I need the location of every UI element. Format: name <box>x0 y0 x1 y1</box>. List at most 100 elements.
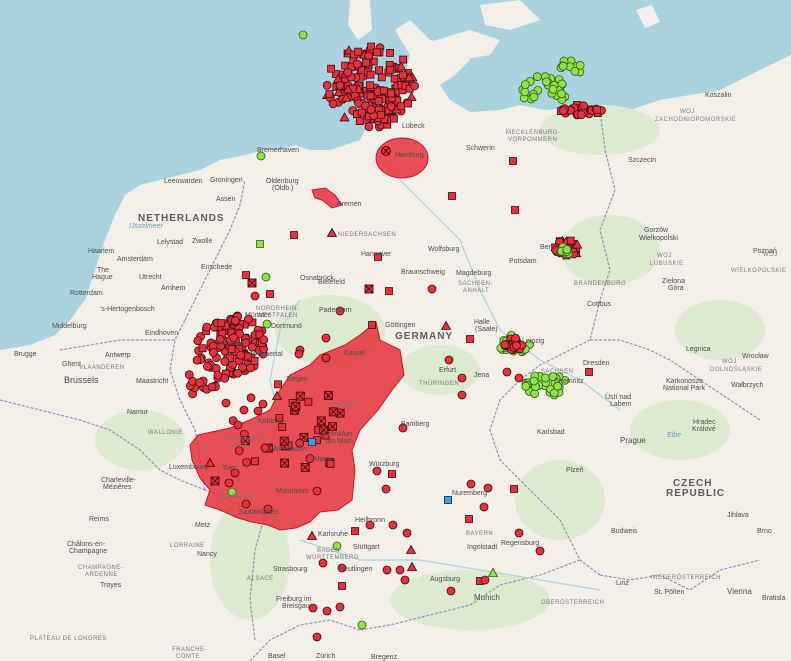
map-marker[interactable] <box>294 349 304 359</box>
map-marker[interactable] <box>514 373 524 383</box>
map-marker[interactable] <box>406 91 417 101</box>
map-marker[interactable] <box>207 382 217 392</box>
map-marker[interactable] <box>366 70 375 79</box>
map-marker[interactable] <box>221 398 231 408</box>
map-marker[interactable] <box>585 368 593 376</box>
map-marker[interactable] <box>335 81 345 90</box>
map-marker[interactable] <box>242 457 252 467</box>
map-marker[interactable] <box>325 90 334 99</box>
map-marker[interactable] <box>352 59 362 69</box>
map-marker[interactable] <box>368 321 376 329</box>
map-marker[interactable] <box>328 422 338 432</box>
map-marker[interactable] <box>576 110 586 120</box>
map-marker[interactable] <box>323 391 333 401</box>
map-marker[interactable] <box>457 373 467 383</box>
map-marker[interactable] <box>366 105 376 115</box>
map-marker[interactable] <box>465 515 473 523</box>
map-marker[interactable] <box>374 96 383 105</box>
map-marker[interactable] <box>529 92 539 102</box>
map-marker[interactable] <box>279 436 289 446</box>
map-marker[interactable] <box>233 420 243 430</box>
map-marker[interactable] <box>535 546 545 556</box>
map-marker[interactable] <box>259 335 269 345</box>
map-marker[interactable] <box>457 390 467 400</box>
map-marker[interactable] <box>520 80 530 90</box>
map-marker[interactable] <box>253 406 263 416</box>
map-marker[interactable] <box>541 373 550 383</box>
map-marker[interactable] <box>312 632 322 642</box>
map-marker[interactable] <box>250 291 260 301</box>
map-marker[interactable] <box>220 357 230 366</box>
map-marker[interactable] <box>326 227 338 237</box>
map-marker-blue[interactable] <box>444 496 452 504</box>
map-marker[interactable] <box>321 353 331 363</box>
map-marker[interactable] <box>262 319 272 329</box>
map-marker[interactable] <box>335 602 345 612</box>
map-marker[interactable] <box>256 240 264 248</box>
map-marker[interactable] <box>377 73 386 82</box>
map-marker[interactable] <box>188 376 197 386</box>
map-marker[interactable] <box>386 48 394 57</box>
map-marker[interactable] <box>246 363 256 373</box>
map-marker[interactable] <box>529 376 539 386</box>
map-marker[interactable] <box>444 355 454 365</box>
map-marker[interactable] <box>306 530 318 540</box>
map-marker[interactable] <box>511 206 519 214</box>
map-marker[interactable] <box>446 586 456 596</box>
map-marker[interactable] <box>192 355 202 365</box>
map-marker[interactable] <box>322 80 332 90</box>
map-marker[interactable] <box>410 81 419 91</box>
map-marker[interactable] <box>202 322 212 332</box>
map-viewport[interactable]: NETHERLANDS GERMANY CZECH REPUBLIC IJsse… <box>0 0 791 661</box>
map-marker[interactable] <box>354 47 362 56</box>
map-marker-hamburg[interactable] <box>381 146 391 156</box>
map-marker[interactable] <box>327 64 335 73</box>
map-marker[interactable] <box>532 72 542 82</box>
map-marker[interactable] <box>260 443 270 453</box>
map-marker[interactable] <box>399 71 407 80</box>
map-marker[interactable] <box>570 66 580 76</box>
map-marker[interactable] <box>295 391 305 401</box>
map-marker[interactable] <box>355 117 364 126</box>
map-marker[interactable] <box>558 61 568 71</box>
map-marker[interactable] <box>251 457 259 466</box>
map-marker[interactable] <box>404 99 412 108</box>
map-marker[interactable] <box>372 466 382 476</box>
map-marker[interactable] <box>427 284 437 294</box>
map-marker[interactable] <box>328 407 338 417</box>
map-marker[interactable] <box>382 565 392 575</box>
map-marker[interactable] <box>247 278 257 288</box>
map-marker[interactable] <box>364 284 374 294</box>
map-marker[interactable] <box>300 463 310 472</box>
map-marker[interactable] <box>364 122 374 132</box>
map-marker[interactable] <box>397 102 406 111</box>
map-marker[interactable] <box>193 336 203 346</box>
map-marker[interactable] <box>258 399 268 409</box>
map-marker[interactable] <box>233 368 243 378</box>
map-marker[interactable] <box>514 528 524 538</box>
map-marker[interactable] <box>466 335 474 343</box>
map-marker[interactable] <box>304 397 313 406</box>
map-marker[interactable] <box>217 319 226 327</box>
map-marker[interactable] <box>328 99 338 109</box>
map-marker[interactable] <box>242 271 250 279</box>
map-marker[interactable] <box>373 48 381 57</box>
map-marker[interactable] <box>366 81 374 90</box>
map-marker[interactable] <box>366 91 375 100</box>
map-marker[interactable] <box>480 575 490 585</box>
map-marker[interactable] <box>520 87 530 97</box>
map-marker[interactable] <box>562 245 572 255</box>
map-marker[interactable] <box>559 106 568 116</box>
map-marker[interactable] <box>246 393 256 403</box>
map-marker[interactable] <box>239 405 249 415</box>
map-marker[interactable] <box>322 606 332 616</box>
map-marker[interactable] <box>351 527 359 535</box>
map-marker[interactable] <box>510 485 518 493</box>
map-marker[interactable] <box>379 86 388 95</box>
map-marker[interactable] <box>448 192 456 200</box>
map-marker[interactable] <box>386 102 396 111</box>
map-marker[interactable] <box>387 89 396 98</box>
map-marker[interactable] <box>203 362 212 371</box>
map-marker[interactable] <box>500 340 510 350</box>
map-marker[interactable] <box>548 84 558 94</box>
